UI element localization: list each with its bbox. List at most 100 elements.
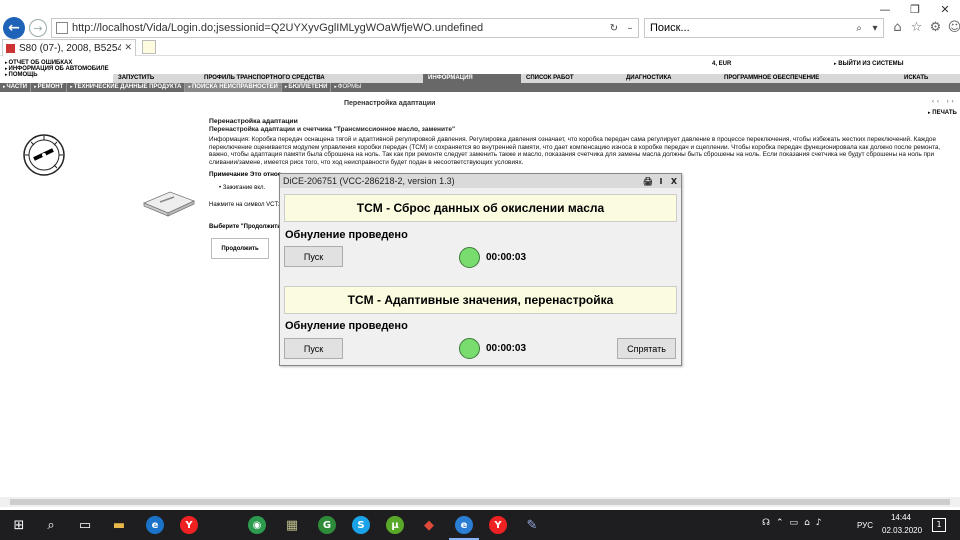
main-nav: ЗАПУСТИТЬ ПРОФИЛЬ ТРАНСПОРТНОГО СРЕДСТВА И… (113, 74, 960, 83)
star-icon[interactable]: ☆ (909, 19, 924, 36)
sub-nav-item[interactable]: ПОИСКА НЕИСПРАВНОСТЕЙ (185, 83, 282, 92)
utorrent-icon[interactable]: µ (386, 516, 404, 534)
scrollbar-thumb[interactable] (10, 499, 950, 505)
sub-nav-item[interactable]: БЮЛЛЕТЕНИ (282, 83, 332, 92)
search-icon[interactable]: ⌕ (851, 23, 867, 34)
internet-explorer-icon[interactable]: e (455, 516, 473, 534)
sub-nav-item[interactable]: ЧАСТИ (0, 83, 32, 92)
status-indicator-adaptive (459, 338, 480, 359)
start-button-oil[interactable]: Пуск (284, 246, 343, 267)
new-tab-button[interactable] (142, 40, 156, 54)
search-input[interactable] (650, 22, 851, 34)
notifications-button[interactable]: 1 (932, 518, 946, 532)
page-title: Перенастройка адаптации (344, 100, 436, 107)
dialog-title: DiCE-206751 (VCC-286218-2, version 1.3) (283, 176, 455, 186)
forward-button[interactable]: → (29, 19, 47, 37)
info-icon[interactable]: I (655, 177, 667, 186)
anydesk-icon[interactable]: ◆ (420, 516, 438, 534)
instruction-text: Нажмите на символ VCT2 (209, 202, 282, 208)
network-icon[interactable]: ⌂ (804, 518, 810, 528)
task-view-icon[interactable]: ▭ (76, 516, 94, 534)
section-banner-oil: TCM - Сброс данных об окислении масла (284, 194, 677, 222)
logout-link[interactable]: ВЫЙТИ ИЗ СИСТЕМЫ (834, 61, 903, 67)
note-title: Примечание Это относ (209, 171, 282, 178)
arrow-right-icon: → (33, 21, 43, 35)
yandex-icon[interactable]: Y (180, 516, 198, 534)
taskbar: ⊞ ⌕ ▭ ▬ e Y ◉ ▦ G S µ ◆ e Y ✎ ☊ ⌃ ▭ ⌂ ♪ … (0, 510, 960, 540)
horizontal-scrollbar[interactable] (0, 497, 960, 507)
timer-oil: 00:00:03 (486, 252, 527, 263)
user-info: 4, EUR (712, 61, 732, 67)
edge-icon[interactable]: e (146, 516, 164, 534)
main-nav-item[interactable]: ЗАПУСТИТЬ (113, 74, 199, 83)
home-icon[interactable]: ⌂ (890, 19, 905, 36)
dice-dialog: DiCE-206751 (VCC-286218-2, version 1.3) … (279, 173, 682, 366)
tab-close-icon[interactable]: ✕ (124, 43, 132, 53)
top-links: ОТЧЕТ ОБ ОШИБКАХ ИНФОРМАЦИЯ ОБ АВТОМОБИЛ… (5, 60, 109, 78)
main-nav-item[interactable]: СПИСОК РАБОТ (521, 74, 621, 83)
dialog-titlebar[interactable]: DiCE-206751 (VCC-286218-2, version 1.3) … (280, 174, 681, 188)
address-row: ← → http://localhost/Vida/Login.do;jsess… (0, 16, 960, 39)
favicon-icon (6, 43, 15, 53)
smiley-icon[interactable]: ☺ (947, 19, 960, 36)
info-paragraph: Информация: Коробка передач оснащена тяг… (209, 136, 941, 166)
address-bar[interactable]: http://localhost/Vida/Login.do;jsessioni… (51, 18, 639, 38)
page-nav-arrows[interactable]: ‹‹ ›› (932, 99, 957, 105)
chevron-down-icon[interactable]: ▾ (867, 23, 883, 34)
clock-date[interactable]: 02.03.2020 (882, 526, 922, 535)
vct-module-illustration (142, 191, 196, 217)
continue-button[interactable]: Продолжить (211, 238, 269, 259)
main-nav-item[interactable]: ИСКАТЬ (899, 74, 960, 83)
battery-icon[interactable]: ▭ (790, 518, 799, 528)
windows-start-icon[interactable]: ⊞ (10, 516, 28, 534)
link-help[interactable]: ПОМОЩЬ (5, 72, 109, 78)
url-text[interactable]: http://localhost/Vida/Login.do;jsessioni… (72, 22, 606, 34)
volume-icon[interactable]: ♪ (816, 518, 822, 528)
close-icon[interactable]: X (668, 177, 680, 186)
greenshot-icon[interactable]: G (318, 516, 336, 534)
browser-tab[interactable]: S80 (07-), 2008, B5254T6, TF... ✕ (2, 39, 136, 56)
gear-icon[interactable]: ⚙ (928, 19, 943, 36)
status-label-adaptive: Обнуление проведено (285, 320, 408, 332)
page-icon (56, 22, 68, 34)
tab-title: S80 (07-), 2008, B5254T6, TF... (19, 42, 122, 54)
arrow-left-icon: ← (8, 20, 20, 36)
people-icon[interactable]: ☊ (762, 518, 770, 528)
clock-time[interactable]: 14:44 (888, 513, 914, 522)
yandex-browser-icon[interactable]: Y (489, 516, 507, 534)
winrar-icon[interactable]: ▦ (283, 516, 301, 534)
choose-text: Выберите "Продолжить". (209, 224, 286, 230)
close-icon[interactable]: – (622, 23, 638, 34)
file-explorer-icon[interactable]: ▬ (110, 516, 128, 534)
search-box[interactable]: ⌕ ▾ (644, 18, 884, 38)
sub-nav: ЧАСТИРЕМОНТТЕХНИЧЕСКИЕ ДАННЫЕ ПРОДУКТАПО… (0, 83, 960, 92)
start-button-adaptive[interactable]: Пуск (284, 338, 343, 359)
list-item: • Зажигание вкл. (219, 185, 266, 191)
main-nav-item[interactable]: ДИАГНОСТИКА (621, 74, 719, 83)
language-indicator[interactable]: РУС (857, 521, 873, 530)
list-item-text: Зажигание вкл. (222, 185, 266, 191)
back-button[interactable]: ← (3, 17, 25, 39)
chrome-icon[interactable]: ◉ (248, 516, 266, 534)
sub-nav-item[interactable]: РЕМОНТ (31, 83, 68, 92)
main-nav-item[interactable]: ИНФОРМАЦИЯ (423, 74, 521, 83)
section-banner-adaptive: TCM - Адаптивные значения, перенастройка (284, 286, 677, 314)
refresh-icon[interactable]: ↻ (606, 23, 622, 34)
article-content: Перенастройка адаптации Перенастройка ад… (209, 118, 954, 167)
hide-button[interactable]: Спрятать (617, 338, 676, 359)
print-link[interactable]: ПЕЧАТЬ (928, 110, 957, 116)
gear-selector-illustration (23, 134, 65, 176)
printer-icon[interactable]: 🖨 (642, 177, 654, 186)
status-label-oil: Обнуление проведено (285, 229, 408, 241)
sub-nav-item[interactable]: ТЕХНИЧЕСКИЕ ДАННЫЕ ПРОДУКТА (67, 83, 186, 92)
paint-icon[interactable]: ✎ (523, 516, 541, 534)
search-icon[interactable]: ⌕ (42, 516, 60, 534)
status-indicator-oil (459, 247, 480, 268)
timer-adaptive: 00:00:03 (486, 343, 527, 354)
chevron-up-icon[interactable]: ⌃ (776, 518, 784, 528)
sub-nav-item[interactable]: ФОРМЫ (331, 83, 364, 92)
skype-icon[interactable]: S (352, 516, 370, 534)
main-nav-item[interactable]: ПРОФИЛЬ ТРАНСПОРТНОГО СРЕДСТВА (199, 74, 423, 83)
main-nav-item[interactable]: ПРОГРАММНОЕ ОБЕСПЕЧЕНИЕ (719, 74, 899, 83)
tab-row: S80 (07-), 2008, B5254T6, TF... ✕ (0, 38, 960, 56)
